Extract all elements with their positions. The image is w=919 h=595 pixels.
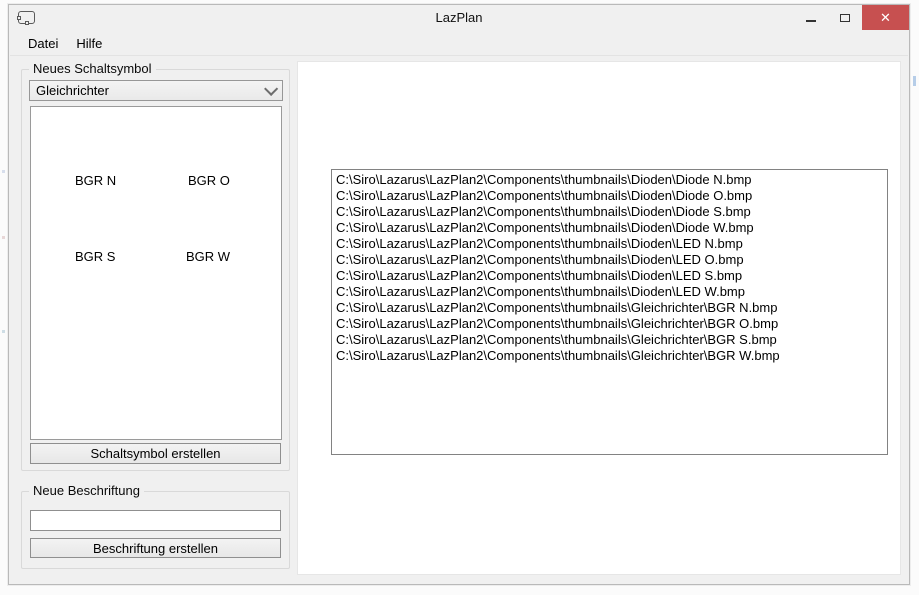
close-button[interactable]: ✕ — [862, 5, 909, 30]
symbol-thumbnail-panel: BGR N BGR O BGR S BGR W — [30, 106, 282, 440]
create-symbol-button[interactable]: Schaltsymbol erstellen — [30, 443, 281, 464]
list-item[interactable]: C:\Siro\Lazarus\LazPlan2\Components\thum… — [336, 332, 885, 348]
menu-bar: Datei Hilfe — [10, 31, 908, 56]
close-icon: ✕ — [880, 10, 891, 26]
group-new-caption: Neue Beschriftung Beschriftung erstellen — [21, 491, 290, 569]
list-item[interactable]: C:\Siro\Lazarus\LazPlan2\Components\thum… — [336, 284, 885, 300]
group-new-symbol-label: Neues Schaltsymbol — [29, 61, 156, 77]
desktop-fragment — [2, 236, 5, 239]
window-title: LazPlan — [9, 10, 909, 25]
list-item[interactable]: C:\Siro\Lazarus\LazPlan2\Components\thum… — [336, 268, 885, 284]
chevron-down-icon — [264, 81, 278, 95]
thumbnail-bgr-n[interactable]: BGR N — [75, 173, 116, 188]
desktop-fragment — [2, 170, 5, 173]
desktop-fragment — [2, 330, 5, 333]
caption-input[interactable] — [30, 510, 281, 531]
list-item[interactable]: C:\Siro\Lazarus\LazPlan2\Components\thum… — [336, 300, 885, 316]
title-bar[interactable]: LazPlan ✕ — [9, 5, 909, 31]
list-item[interactable]: C:\Siro\Lazarus\LazPlan2\Components\thum… — [336, 252, 885, 268]
thumbnail-bgr-w[interactable]: BGR W — [186, 249, 230, 264]
main-panel: C:\Siro\Lazarus\LazPlan2\Components\thum… — [297, 61, 901, 575]
maximize-button[interactable] — [828, 5, 862, 31]
minimize-button[interactable] — [794, 5, 828, 31]
minimize-icon — [806, 20, 816, 22]
group-new-caption-label: Neue Beschriftung — [29, 483, 144, 499]
list-item[interactable]: C:\Siro\Lazarus\LazPlan2\Components\thum… — [336, 188, 885, 204]
thumbnail-bgr-o[interactable]: BGR O — [188, 173, 230, 188]
list-item[interactable]: C:\Siro\Lazarus\LazPlan2\Components\thum… — [336, 172, 885, 188]
symbol-category-combobox[interactable]: Gleichrichter — [29, 80, 283, 101]
window-controls: ✕ — [794, 5, 909, 31]
list-item[interactable]: C:\Siro\Lazarus\LazPlan2\Components\thum… — [336, 204, 885, 220]
thumbnail-bgr-s[interactable]: BGR S — [75, 249, 115, 264]
list-item[interactable]: C:\Siro\Lazarus\LazPlan2\Components\thum… — [336, 236, 885, 252]
create-caption-button[interactable]: Beschriftung erstellen — [30, 538, 281, 558]
list-item[interactable]: C:\Siro\Lazarus\LazPlan2\Components\thum… — [336, 348, 885, 364]
desktop-fragment — [913, 76, 916, 86]
list-item[interactable]: C:\Siro\Lazarus\LazPlan2\Components\thum… — [336, 220, 885, 236]
menu-item-hilfe[interactable]: Hilfe — [67, 32, 111, 55]
list-item[interactable]: C:\Siro\Lazarus\LazPlan2\Components\thum… — [336, 316, 885, 332]
app-window: LazPlan ✕ Datei Hilfe Neues Schaltsymbol… — [8, 4, 910, 585]
maximize-icon — [840, 14, 850, 22]
combobox-value: Gleichrichter — [36, 83, 264, 98]
file-path-listbox: C:\Siro\Lazarus\LazPlan2\Components\thum… — [331, 169, 888, 455]
menu-item-datei[interactable]: Datei — [19, 32, 67, 55]
group-new-symbol: Neues Schaltsymbol Gleichrichter BGR N B… — [21, 69, 290, 471]
